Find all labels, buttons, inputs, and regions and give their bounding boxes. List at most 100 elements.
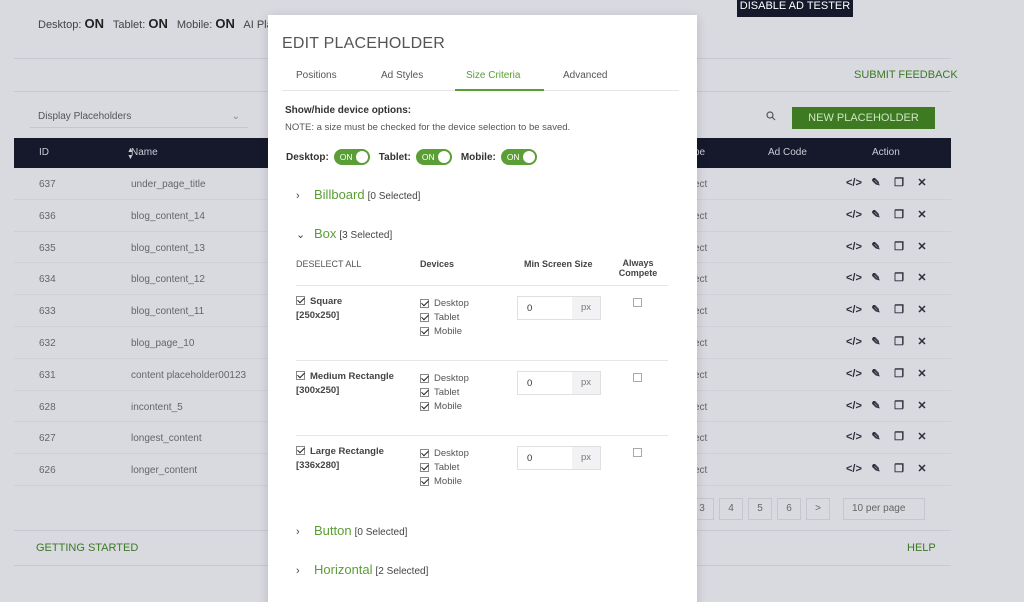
device-checkbox-item[interactable]: Mobile: [420, 474, 469, 488]
tab-ad-styles[interactable]: Ad Styles: [381, 70, 423, 81]
delete-icon[interactable]: ✕: [915, 304, 929, 316]
page-button[interactable]: 4: [719, 498, 743, 520]
device-checkbox-item[interactable]: Mobile: [420, 399, 469, 413]
always-compete-checkbox[interactable]: [633, 373, 642, 382]
checkbox[interactable]: [420, 401, 429, 411]
new-placeholder-button[interactable]: NEW PLACEHOLDER: [792, 107, 935, 129]
tab-size-criteria[interactable]: Size Criteria: [466, 70, 520, 81]
code-icon[interactable]: </>: [846, 463, 862, 475]
copy-icon[interactable]: ❐: [892, 272, 906, 284]
copy-icon[interactable]: ❐: [892, 241, 906, 253]
always-compete-checkbox[interactable]: [633, 448, 642, 457]
group-horizontal[interactable]: › Horizontal [2 Selected]: [296, 562, 428, 577]
code-icon[interactable]: </>: [846, 431, 862, 443]
group-billboard[interactable]: › Billboard [0 Selected]: [296, 187, 420, 202]
always-compete-checkbox[interactable]: [633, 298, 642, 307]
size-checkbox[interactable]: [296, 371, 305, 380]
code-icon[interactable]: </>: [846, 304, 862, 316]
copy-icon[interactable]: ❐: [892, 463, 906, 475]
edit-icon[interactable]: ✎: [869, 463, 883, 475]
edit-icon[interactable]: ✎: [869, 336, 883, 348]
checkbox[interactable]: [420, 448, 429, 458]
min-screen-size-input[interactable]: [518, 297, 572, 319]
copy-icon[interactable]: ❐: [892, 368, 906, 380]
edit-icon[interactable]: ✎: [869, 272, 883, 284]
deselect-all-link[interactable]: DESELECT ALL: [296, 259, 361, 269]
code-icon[interactable]: </>: [846, 272, 862, 284]
checkbox[interactable]: [420, 373, 429, 383]
code-icon[interactable]: </>: [846, 400, 862, 412]
search-icon[interactable]: [766, 111, 776, 121]
min-screen-size-input[interactable]: [518, 447, 572, 469]
device-checkbox-item[interactable]: Tablet: [420, 310, 469, 324]
device-label: Mobile: [434, 325, 462, 337]
min-screen-size-input[interactable]: [518, 372, 572, 394]
group-button[interactable]: › Button [0 Selected]: [296, 523, 407, 538]
delete-icon[interactable]: ✕: [915, 241, 929, 253]
edit-icon[interactable]: ✎: [869, 400, 883, 412]
tab-advanced[interactable]: Advanced: [563, 70, 607, 81]
placeholder-type-select[interactable]: Display Placeholders ⌄: [30, 108, 248, 128]
device-checkbox-item[interactable]: Tablet: [420, 385, 469, 399]
code-icon[interactable]: </>: [846, 241, 862, 253]
device-checkbox-item[interactable]: Desktop: [420, 446, 469, 460]
copy-icon[interactable]: ❐: [892, 304, 906, 316]
copy-icon[interactable]: ❐: [892, 336, 906, 348]
delete-icon[interactable]: ✕: [915, 368, 929, 380]
device-checkbox-item[interactable]: Tablet: [420, 460, 469, 474]
getting-started-link[interactable]: GETTING STARTED: [36, 542, 138, 554]
delete-icon[interactable]: ✕: [915, 463, 929, 475]
edit-icon[interactable]: ✎: [869, 177, 883, 189]
per-page-select[interactable]: 10 per page: [843, 498, 925, 520]
code-icon[interactable]: </>: [846, 368, 862, 380]
size-name[interactable]: Medium Rectangle: [296, 371, 394, 382]
tab-positions[interactable]: Positions: [296, 70, 337, 81]
delete-icon[interactable]: ✕: [915, 400, 929, 412]
code-icon[interactable]: </>: [846, 177, 862, 189]
size-checkbox[interactable]: [296, 296, 305, 305]
status-label: Tablet:: [112, 19, 146, 31]
size-checkbox[interactable]: [296, 446, 305, 455]
page-button[interactable]: 5: [748, 498, 772, 520]
device-checkbox-item[interactable]: Mobile: [420, 324, 469, 338]
edit-icon[interactable]: ✎: [869, 241, 883, 253]
tablet-toggle[interactable]: ON: [415, 149, 452, 165]
checkbox[interactable]: [420, 476, 429, 486]
checkbox[interactable]: [420, 387, 429, 397]
copy-icon[interactable]: ❐: [892, 400, 906, 412]
group-name: Button: [314, 523, 352, 538]
edit-icon[interactable]: ✎: [869, 368, 883, 380]
size-name[interactable]: Square: [296, 296, 342, 307]
code-icon[interactable]: </>: [846, 209, 862, 221]
desktop-toggle[interactable]: ON: [333, 149, 370, 165]
checkbox[interactable]: [420, 312, 429, 322]
help-link[interactable]: HELP: [907, 542, 936, 554]
device-checkbox-item[interactable]: Desktop: [420, 371, 469, 385]
edit-icon[interactable]: ✎: [869, 209, 883, 221]
col-id[interactable]: ID: [39, 147, 49, 158]
edit-icon[interactable]: ✎: [869, 431, 883, 443]
submit-feedback-link[interactable]: SUBMIT FEEDBACK: [854, 69, 958, 81]
delete-icon[interactable]: ✕: [915, 177, 929, 189]
checkbox[interactable]: [420, 326, 429, 336]
copy-icon[interactable]: ❐: [892, 431, 906, 443]
page-button[interactable]: >: [806, 498, 830, 520]
mobile-toggle[interactable]: ON: [500, 149, 537, 165]
copy-icon[interactable]: ❐: [892, 177, 906, 189]
row-actions: </> ✎ ❐ ✕: [846, 463, 929, 475]
device-checkbox-item[interactable]: Desktop: [420, 296, 469, 310]
delete-icon[interactable]: ✕: [915, 336, 929, 348]
col-name[interactable]: Name: [131, 147, 158, 158]
checkbox[interactable]: [420, 298, 429, 308]
delete-icon[interactable]: ✕: [915, 209, 929, 221]
delete-icon[interactable]: ✕: [915, 272, 929, 284]
checkbox[interactable]: [420, 462, 429, 472]
edit-icon[interactable]: ✎: [869, 304, 883, 316]
copy-icon[interactable]: ❐: [892, 209, 906, 221]
page-button[interactable]: 6: [777, 498, 801, 520]
disable-ad-tester-button[interactable]: DISABLE AD TESTER: [737, 0, 853, 17]
size-name[interactable]: Large Rectangle: [296, 446, 384, 457]
delete-icon[interactable]: ✕: [915, 431, 929, 443]
group-box[interactable]: ⌄ Box [3 Selected]: [296, 226, 392, 241]
code-icon[interactable]: </>: [846, 336, 862, 348]
